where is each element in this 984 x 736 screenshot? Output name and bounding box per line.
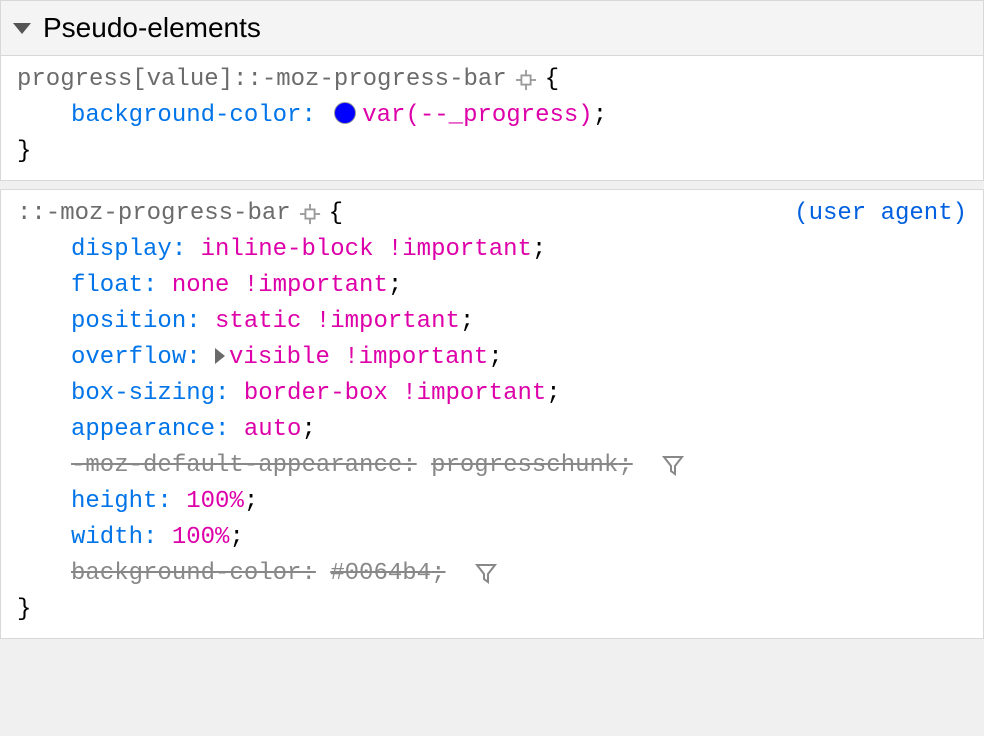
css-property: overflow — [71, 344, 186, 371]
selector-text: progress[value]::-moz-progress-bar — [17, 62, 507, 98]
css-rule-user-agent: ::-moz-progress-bar { (user agent) displ… — [0, 189, 984, 639]
css-value: inline-block !important — [201, 236, 532, 263]
collapse-triangle-icon — [13, 23, 31, 34]
css-property: appearance — [71, 416, 215, 443]
open-brace: { — [329, 196, 343, 232]
close-brace: } — [17, 592, 967, 628]
color-swatch-icon[interactable] — [334, 102, 356, 124]
css-property: float — [71, 272, 143, 299]
css-rule-author: progress[value]::-moz-progress-bar { bac… — [0, 56, 984, 181]
css-declaration[interactable]: height: 100%; — [17, 484, 967, 520]
filter-icon[interactable] — [474, 561, 498, 585]
css-declaration[interactable]: float: none !important; — [17, 268, 967, 304]
css-declaration-overridden[interactable]: -moz-default-appearance: progresschunk; — [17, 448, 967, 484]
css-property: position — [71, 308, 186, 335]
stylesheet-source-badge[interactable]: (user agent) — [794, 196, 967, 232]
css-value: #0064b4 — [330, 560, 431, 587]
css-value: static !important — [215, 308, 460, 335]
css-declaration[interactable]: overflow: visible !important; — [17, 340, 967, 376]
inspect-element-icon[interactable] — [515, 69, 537, 91]
selector-line[interactable]: progress[value]::-moz-progress-bar { — [17, 62, 967, 98]
css-value: auto — [244, 416, 302, 443]
css-declaration[interactable]: background-color: var(--_progress); — [17, 98, 967, 134]
css-declaration[interactable]: appearance: auto; — [17, 412, 967, 448]
css-property: width — [71, 524, 143, 551]
css-property: -moz-default-appearance — [71, 452, 402, 479]
expand-shorthand-icon[interactable] — [215, 348, 225, 364]
css-declaration[interactable]: position: static !important; — [17, 304, 967, 340]
css-value: 100% — [186, 488, 244, 515]
semicolon: ; — [593, 102, 607, 129]
css-property: display — [71, 236, 172, 263]
selector-line[interactable]: ::-moz-progress-bar { (user agent) — [17, 196, 967, 232]
filter-icon[interactable] — [661, 453, 685, 477]
css-value: 100% — [172, 524, 230, 551]
css-value: progresschunk — [431, 452, 618, 479]
inspect-element-icon[interactable] — [299, 203, 321, 225]
css-property: box-sizing — [71, 380, 215, 407]
css-value: visible !important — [229, 344, 488, 371]
close-brace: } — [17, 134, 967, 170]
css-value: var(--_progress) — [362, 102, 592, 129]
css-value: none !important — [172, 272, 388, 299]
section-title: Pseudo-elements — [43, 7, 261, 49]
css-property: height — [71, 488, 157, 515]
selector-text: ::-moz-progress-bar — [17, 196, 291, 232]
pseudo-elements-header[interactable]: Pseudo-elements — [0, 0, 984, 56]
css-value: border-box !important — [244, 380, 546, 407]
css-declaration[interactable]: box-sizing: border-box !important; — [17, 376, 967, 412]
css-property: background-color — [71, 560, 301, 587]
css-property: background-color — [71, 102, 301, 129]
colon: : — [301, 102, 315, 129]
open-brace: { — [545, 62, 559, 98]
css-declaration[interactable]: width: 100%; — [17, 520, 967, 556]
css-declaration[interactable]: display: inline-block !important; — [17, 232, 967, 268]
css-declaration-overridden[interactable]: background-color: #0064b4; — [17, 556, 967, 592]
